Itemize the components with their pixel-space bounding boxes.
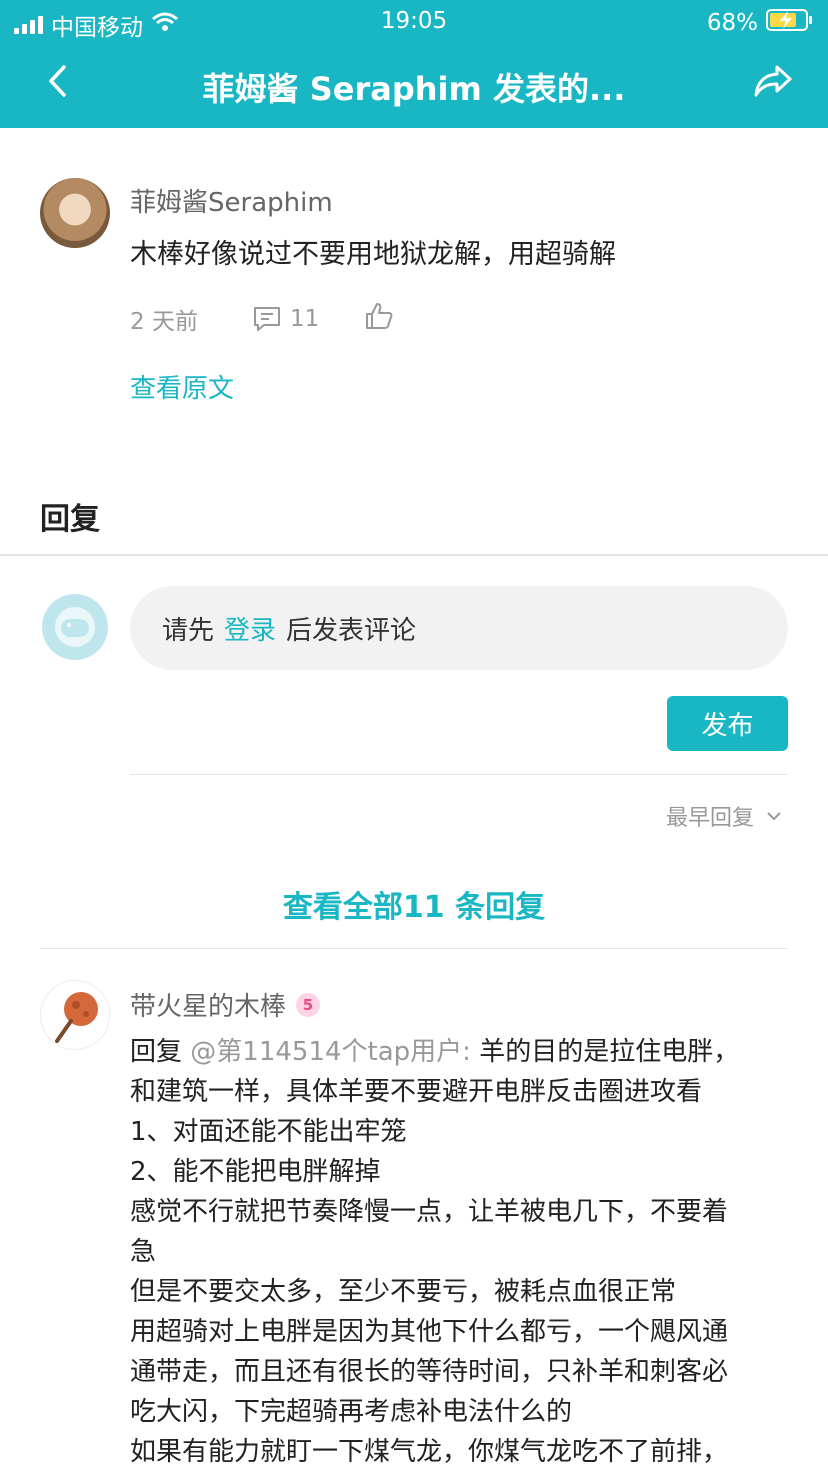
status-bar: 中国移动 19:05 68%	[0, 0, 828, 42]
publish-button[interactable]: 发布	[667, 696, 788, 751]
reply-text: 但是不要交太多，至少不要亏，被耗点血很正常	[130, 1277, 677, 1307]
reply-text: 2、能不能把电胖解掉	[130, 1157, 381, 1187]
reply-text: 感觉不行就把节奏降慢一点，让羊被电几下，不要着	[130, 1197, 729, 1227]
post-author-avatar[interactable]	[40, 178, 110, 248]
share-button[interactable]	[748, 56, 798, 106]
level-badge: 5	[296, 992, 321, 1017]
reply-text: 和建筑一样，具体羊要不要避开电胖反击圈进攻看	[130, 1077, 703, 1107]
reply-text: 如果有能力就盯一下煤气龙，你煤气龙吃不了前排，	[130, 1437, 729, 1467]
thumbs-up-icon	[366, 303, 393, 329]
mars-stick-icon	[55, 992, 98, 1043]
reply-text: 用超骑对上电胖是因为其他下什么都亏，一个飓风通	[130, 1317, 729, 1347]
reply-section-heading: 回复	[40, 502, 100, 537]
battery-icon	[766, 8, 814, 38]
reply-text: 急	[130, 1237, 157, 1267]
astronaut-icon	[55, 607, 95, 647]
app-header: 中国移动 19:05 68% 菲姆酱 Seraphim 发表的...	[0, 0, 828, 128]
reply-author: 带火星的木棒 5	[130, 986, 321, 1023]
divider	[0, 554, 828, 556]
comment-input-prefix: 请先	[162, 615, 215, 646]
post-text: 木棒好像说过不要用地狱龙解，用超骑解	[130, 239, 616, 270]
view-all-replies-link[interactable]: 查看全部11 条回复	[0, 882, 828, 926]
page-title: 菲姆酱 Seraphim 发表的...	[202, 70, 626, 108]
reply-text: 羊的目的是拉住电胖，	[479, 1037, 740, 1067]
post-time: 2 天前	[130, 309, 198, 335]
back-button[interactable]	[32, 56, 82, 106]
chevron-down-icon	[767, 812, 781, 821]
comment-icon	[254, 307, 280, 331]
divider	[130, 774, 788, 775]
post-author-name[interactable]: 菲姆酱Seraphim	[130, 182, 333, 219]
comment-input-suffix: 后发表评论	[286, 615, 417, 646]
reply-author-avatar[interactable]	[40, 980, 110, 1050]
reply-prefix: 回复	[130, 1037, 183, 1067]
like-button[interactable]	[364, 301, 394, 337]
sort-label: 最早回复	[665, 806, 754, 831]
share-icon	[754, 65, 792, 97]
comment-count-button[interactable]: 11	[252, 305, 364, 333]
reply-text: 通带走，而且还有很长的等待时间，只补羊和刺客必	[130, 1357, 729, 1387]
reply-text: 1、对面还能不能出牢笼	[130, 1117, 407, 1147]
status-time: 19:05	[380, 8, 448, 34]
reply-text: 吃大闪，下完超骑再考虑补电法什么的	[130, 1397, 573, 1427]
view-original-link[interactable]: 查看原文	[130, 368, 234, 405]
status-right: 68%	[707, 8, 814, 38]
reply-author-name[interactable]: 带火星的木棒	[130, 986, 286, 1023]
nav-bar: 菲姆酱 Seraphim 发表的...	[0, 48, 828, 120]
sort-dropdown[interactable]: 最早回复	[666, 800, 782, 832]
divider	[40, 948, 788, 949]
comment-count: 11	[290, 306, 320, 332]
reply-body: 回复 @第114514个tap用户: 羊的目的是拉住电胖， 和建筑一样，具体羊要…	[130, 1032, 798, 1472]
chevron-left-icon	[49, 65, 66, 97]
reply-line-1: 回复 @第114514个tap用户: 羊的目的是拉住电胖，	[130, 1032, 798, 1072]
current-user-avatar	[42, 594, 108, 660]
post-meta: 2 天前 11	[130, 302, 394, 336]
battery-percent: 68%	[706, 10, 758, 36]
mention-link[interactable]: @第114514个tap用户:	[190, 1037, 471, 1067]
login-link[interactable]: 登录	[224, 610, 276, 647]
comment-input[interactable]: 请先 登录 后发表评论	[130, 586, 788, 670]
